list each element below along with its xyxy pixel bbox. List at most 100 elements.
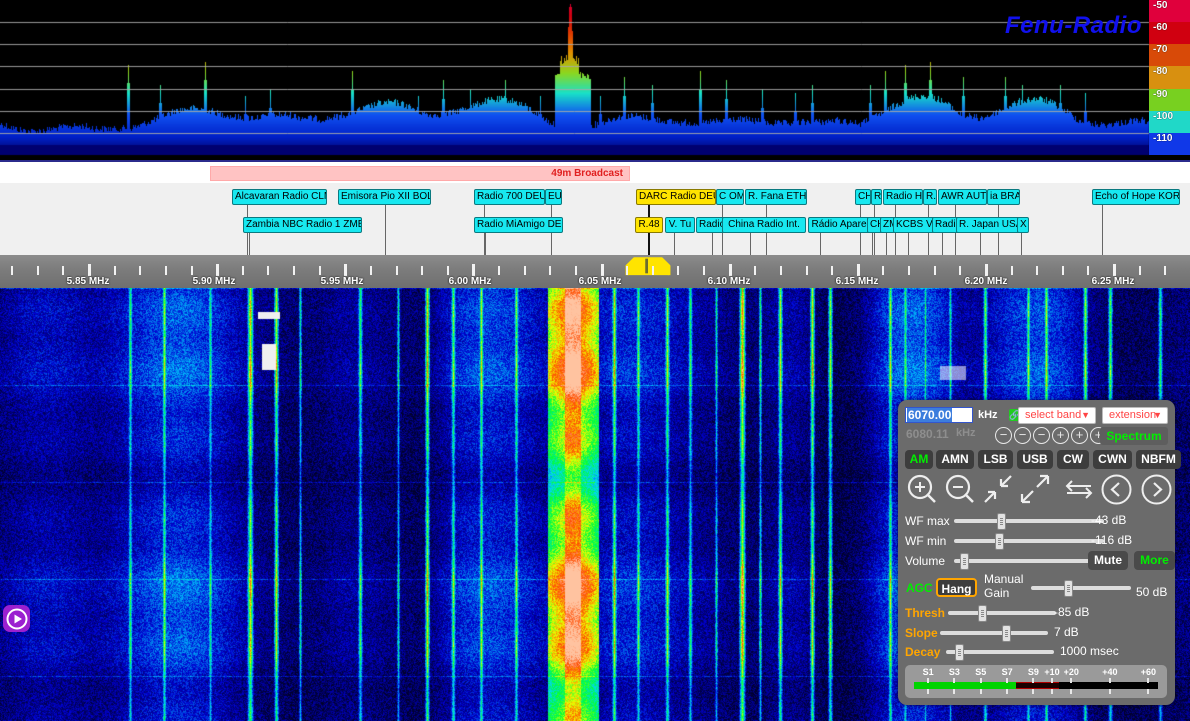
frequency-tick-minor (703, 266, 705, 275)
zoom-max-button[interactable] (1018, 472, 1052, 506)
station-label-bottom-3[interactable]: V. Tu (665, 217, 695, 233)
mode-button-cwn[interactable]: CWN (1093, 450, 1132, 469)
step-down-3-button[interactable]: − (995, 427, 1012, 444)
frequency-label-4: 6.05 MHz (579, 276, 622, 287)
band-bar-row: 49m Broadcast (0, 160, 1190, 183)
previous-button[interactable] (1101, 474, 1132, 505)
frequency-input[interactable] (905, 407, 973, 423)
station-label-top-3[interactable]: EU (545, 189, 562, 205)
slope-slider[interactable] (940, 631, 1048, 635)
frequency-tick-major (472, 264, 475, 276)
decay-knob[interactable] (955, 644, 964, 661)
station-label-bottom-0[interactable]: Zambia NBC Radio 1 ZMB (243, 217, 362, 233)
extension-label: extension (1109, 409, 1156, 421)
frequency-tick-minor (267, 266, 269, 275)
mode-button-nbfm[interactable]: NBFM (1136, 450, 1181, 469)
station-label-top-4[interactable]: DARC Radio DEU (636, 189, 716, 205)
frequency-tick-minor (959, 266, 961, 275)
s-meter-label-S1: S1 (923, 667, 934, 677)
frequency-tick-minor (319, 266, 321, 275)
mute-button[interactable]: Mute (1088, 551, 1128, 570)
s-meter-label-S3: S3 (949, 667, 960, 677)
station-label-bottom-6[interactable]: Rádio Aparec (808, 217, 875, 233)
decay-value: 1000 msec (1060, 644, 1119, 658)
frequency-tick-minor (677, 266, 679, 275)
next-button[interactable] (1141, 474, 1172, 505)
control-panel: 6070.00 kHz 🔗 select band ▼ extension ▼ … (898, 400, 1175, 705)
station-label-bottom-9[interactable]: KCBS Vo (893, 217, 936, 233)
s-meter-tick (927, 689, 929, 694)
left-right-arrows-button[interactable] (1064, 476, 1094, 502)
station-label-top-1[interactable]: Emisora Pio XII BOL (338, 189, 431, 205)
volume-slider[interactable] (954, 559, 1104, 563)
extension-dropdown[interactable]: extension ▼ (1102, 407, 1168, 424)
frequency-tick-minor (652, 266, 654, 275)
station-label-top-8[interactable]: R (871, 189, 882, 205)
zoom-out-button[interactable] (943, 472, 977, 506)
s-meter-label-S5: S5 (975, 667, 986, 677)
manual-gain-value: 50 dB (1136, 585, 1167, 599)
wf-max-slider[interactable] (954, 519, 1104, 523)
db-scale-minus60: -60 (1149, 22, 1190, 44)
step-up-2-button[interactable]: + (1071, 427, 1088, 444)
station-label-top-10[interactable]: R. (923, 189, 937, 205)
frequency-tick-minor (498, 266, 500, 275)
station-label-bottom-1[interactable]: Radio MiAmigo DEU (474, 217, 563, 233)
station-label-bottom-12[interactable]: X (1017, 217, 1029, 233)
station-stem (942, 233, 943, 255)
volume-knob[interactable] (960, 553, 969, 570)
select-band-dropdown[interactable]: select band ▼ (1018, 407, 1096, 424)
zoom-to-band-button[interactable] (981, 472, 1015, 506)
decay-label: Decay (905, 645, 940, 659)
thresh-slider[interactable] (948, 611, 1056, 615)
passband-indicator[interactable] (621, 255, 675, 277)
hang-button[interactable]: Hang (936, 578, 977, 597)
wf-max-knob[interactable] (997, 513, 1006, 530)
station-label-bottom-11[interactable]: R. Japan USA (956, 217, 1024, 233)
mode-button-am[interactable]: AM (905, 450, 933, 469)
step-down-2-button[interactable]: − (1014, 427, 1031, 444)
station-label-top-0[interactable]: Alcavaran Radio CLM (232, 189, 327, 205)
mode-button-lsb[interactable]: LSB (978, 450, 1013, 469)
station-label-bottom-2[interactable]: R.48 (635, 217, 663, 233)
agc-label[interactable]: AGC (906, 581, 933, 595)
manual-gain-knob[interactable] (1064, 580, 1073, 597)
frequency-tick-minor (882, 266, 884, 275)
station-label-top-12[interactable]: ia BRA (987, 189, 1020, 205)
slope-knob[interactable] (1002, 625, 1011, 642)
frequency-label-6: 6.15 MHz (836, 276, 879, 287)
wf-min-knob[interactable] (995, 533, 1004, 550)
frequency-scale[interactable]: 5.85 MHz5.90 MHz5.95 MHz6.00 MHz6.05 MHz… (0, 255, 1190, 288)
frequency-tick-minor (370, 266, 372, 275)
step-down-1-button[interactable]: − (1033, 427, 1050, 444)
station-label-bottom-5[interactable]: China Radio Int. (722, 217, 806, 233)
manual-gain-slider[interactable] (1031, 586, 1131, 590)
db-scale-minus100: -100 (1149, 111, 1190, 133)
more-button[interactable]: More (1134, 551, 1175, 570)
mode-button-amn[interactable]: AMN (936, 450, 974, 469)
s-meter-tick (927, 678, 929, 683)
s-meter-tick (953, 678, 955, 683)
mode-button-usb[interactable]: USB (1017, 450, 1053, 469)
s-meter-red-segment (1016, 682, 1059, 689)
station-label-top-13[interactable]: Echo of Hope KOR (1092, 189, 1180, 205)
spectrum-toggle-button[interactable]: Spectrum (1100, 427, 1168, 445)
station-label-top-2[interactable]: Radio 700 DEU (474, 189, 545, 205)
station-label-top-6[interactable]: R. Fana ETH (745, 189, 807, 205)
wf-min-slider[interactable] (954, 539, 1104, 543)
station-label-top-9[interactable]: Radio H (883, 189, 923, 205)
play-button-top[interactable] (3, 605, 30, 632)
station-stem (674, 233, 675, 255)
step-up-1-button[interactable]: + (1052, 427, 1069, 444)
s-meter-tick (980, 689, 982, 694)
zoom-in-button[interactable] (905, 472, 939, 506)
station-label-top-7[interactable]: CH (855, 189, 871, 205)
mode-button-cw[interactable]: CW (1057, 450, 1089, 469)
station-label-top-11[interactable]: AWR AUT (938, 189, 987, 205)
frequency-label-8: 6.25 MHz (1092, 276, 1135, 287)
station-label-top-5[interactable]: C OM (716, 189, 744, 205)
manual-gain-label-line1: Manual (984, 572, 1023, 586)
spectrum-display[interactable]: Fenu-Radio -50-60-70-80-90-100-110 (0, 0, 1190, 160)
band-marker-49m[interactable]: 49m Broadcast (210, 166, 630, 181)
thresh-knob[interactable] (978, 605, 987, 622)
